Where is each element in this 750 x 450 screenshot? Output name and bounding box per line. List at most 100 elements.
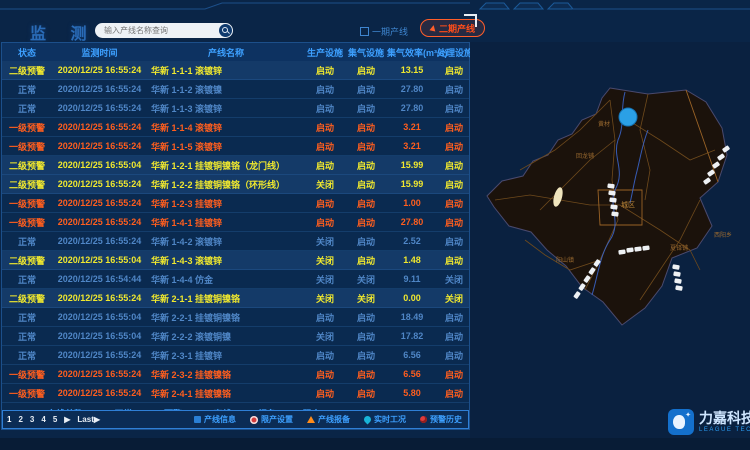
table-row[interactable]: 一级预警2020/12/25 16:55:24华新 1-1-4 滚镀锌启动启动3… [2, 118, 469, 137]
line-report-button[interactable]: 产线报备 [307, 414, 350, 425]
monitor-table-panel: 状态监测时间产线名称生产设施集气设施集气效率(m³/s)处理设施 二级预警202… [1, 42, 470, 430]
table-row[interactable]: 一级预警2020/12/25 16:55:24华新 2-4-1 挂镀镍铬启动启动… [2, 384, 469, 403]
table-row[interactable]: 一级预警2020/12/25 16:55:24华新 1-4-1 挂镀锌启动启动2… [2, 213, 469, 232]
map-town-label: 夏铎铺 [670, 244, 688, 252]
logo-face-icon: ✦ [668, 409, 694, 435]
district-map: 黄材回龙铺城区阳山镇夏铎铺西阳乡 [470, 42, 750, 438]
next-page-button[interactable]: ▶ [64, 415, 70, 424]
table-cell: 启动 [345, 330, 387, 343]
search-input[interactable] [95, 26, 219, 35]
table-cell: 启动 [305, 159, 345, 172]
table-row[interactable]: 一级预警2020/12/25 16:55:24华新 1-1-5 滚镀锌启动启动3… [2, 137, 469, 156]
table-cell: 2020/12/25 16:55:04 [52, 255, 147, 265]
page-button-3[interactable]: 3 [30, 415, 34, 424]
table-cell: 关闭 [437, 273, 471, 286]
table-cell: 启动 [305, 83, 345, 96]
table-cell: 华新 2-3-1 挂镀锌 [147, 349, 305, 362]
table-cell: 6.56 [387, 369, 437, 379]
table-cell: 3.21 [387, 141, 437, 151]
limit-settings-button[interactable]: 限产设置 [250, 414, 293, 425]
table-cell: 2020/12/25 16:54:44 [52, 274, 147, 284]
table-cell: 一级预警 [2, 197, 52, 210]
table-cell: 2020/12/25 16:55:24 [52, 236, 147, 246]
site-marker[interactable] [675, 285, 683, 291]
table-row[interactable]: 二级预警2020/12/25 16:55:24华新 2-1-1 挂镀铜镍铬关闭关… [2, 289, 469, 308]
page-button-2[interactable]: 2 [18, 415, 22, 424]
table-cell: 启动 [437, 254, 471, 267]
table-row[interactable]: 二级预警2020/12/25 16:55:04华新 1-4-3 滚镀锌关闭启动1… [2, 251, 469, 270]
table-cell: 启动 [437, 330, 471, 343]
search-icon[interactable] [219, 24, 232, 37]
table-cell: 5.80 [387, 388, 437, 398]
table-cell: 正常 [2, 349, 52, 362]
realtime-icon [363, 415, 373, 425]
table-cell: 启动 [305, 387, 345, 400]
table-cell: 启动 [345, 387, 387, 400]
alert-location-marker[interactable] [619, 108, 637, 126]
table-cell: 2020/12/25 16:55:24 [52, 103, 147, 113]
table-row[interactable]: 正常2020/12/25 16:55:24华新 1-1-2 滚镀镍启动启动27.… [2, 80, 469, 99]
table-cell: 2020/12/25 16:55:24 [52, 122, 147, 132]
table-cell: 启动 [305, 64, 345, 77]
site-marker[interactable] [672, 264, 680, 270]
action-label: 实时工况 [374, 414, 406, 425]
table-cell: 启动 [437, 178, 471, 191]
table-cell: 2020/12/25 16:55:24 [52, 179, 147, 189]
table-cell: 2020/12/25 16:55:04 [52, 312, 147, 322]
alert-history-button[interactable]: 预警历史 [420, 414, 462, 425]
table-row[interactable]: 正常2020/12/25 16:54:44华新 1-4-4 仿金关闭关闭9.11… [2, 270, 469, 289]
table-cell: 2020/12/25 16:55:24 [52, 388, 147, 398]
site-marker[interactable] [573, 291, 581, 299]
table-row[interactable]: 正常2020/12/25 16:55:24华新 1-1-3 滚镀锌启动启动27.… [2, 99, 469, 118]
realtime-button[interactable]: 实时工况 [364, 414, 406, 425]
search-box [95, 23, 233, 38]
map-town-label: 西阳乡 [714, 231, 732, 239]
table-cell: 0.00 [387, 293, 437, 303]
table-cell: 启动 [345, 121, 387, 134]
column-header: 监测时间 [52, 46, 147, 59]
table-cell: 启动 [437, 140, 471, 153]
table-cell: 27.80 [387, 217, 437, 227]
table-row[interactable]: 正常2020/12/25 16:55:24华新 1-4-2 滚镀锌关闭启动2.5… [2, 232, 469, 251]
table-cell: 15.99 [387, 160, 437, 170]
page-button-4[interactable]: 4 [41, 415, 45, 424]
table-cell: 启动 [437, 311, 471, 324]
table-row[interactable]: 正常2020/12/25 16:55:24华新 2-3-1 挂镀锌启动启动6.5… [2, 346, 469, 365]
action-label: 限产设置 [261, 414, 293, 425]
table-row[interactable]: 一级预警2020/12/25 16:55:24华新 1-2-3 挂镀锌启动启动1… [2, 194, 469, 213]
table-row[interactable]: 二级预警2020/12/25 16:55:04华新 1-2-1 挂镀铜镍铬（龙门… [2, 156, 469, 175]
line-info-button[interactable]: 产线信息 [194, 414, 236, 425]
table-cell: 正常 [2, 83, 52, 96]
site-marker[interactable] [674, 278, 682, 284]
site-marker[interactable] [673, 271, 681, 277]
table-cell: 2020/12/25 16:55:24 [52, 198, 147, 208]
table-cell: 华新 1-2-3 挂镀锌 [147, 197, 305, 210]
table-cell: 启动 [345, 83, 387, 96]
table-cell: 启动 [345, 197, 387, 210]
table-cell: 二级预警 [2, 254, 52, 267]
league-tech-logo: ✦ 力嘉科技 LEAGUE TECH [668, 406, 750, 438]
table-row[interactable]: 正常2020/12/25 16:55:04华新 2-2-2 滚镀铜镍关闭启动17… [2, 327, 469, 346]
action-label: 产线报备 [318, 414, 350, 425]
table-row[interactable]: 二级预警2020/12/25 16:55:24华新 1-2-2 挂镀铜镍铬（环形… [2, 175, 469, 194]
table-cell: 正常 [2, 235, 52, 248]
table-row[interactable]: 二级预警2020/12/25 16:55:24华新 1-1-1 滚镀锌启动启动1… [2, 61, 469, 80]
table-cell: 启动 [345, 159, 387, 172]
table-row[interactable]: 正常2020/12/25 16:55:04华新 2-2-1 挂镀铜镍铬启动启动1… [2, 308, 469, 327]
table-cell: 2020/12/25 16:55:24 [52, 293, 147, 303]
table-row[interactable]: 一级预警2020/12/25 16:55:24华新 2-3-2 挂镀镍铬启动启动… [2, 365, 469, 384]
phase1-checkbox[interactable]: 一期产线 [360, 25, 408, 38]
table-cell: 启动 [437, 387, 471, 400]
map-town-label: 回龙铺 [576, 152, 594, 160]
table-cell: 华新 2-2-2 滚镀铜镍 [147, 330, 305, 343]
table-cell: 华新 1-4-3 滚镀锌 [147, 254, 305, 267]
page-button-5[interactable]: 5 [53, 415, 57, 424]
last-page-button[interactable]: Last▶ [77, 415, 100, 424]
table-cell: 二级预警 [2, 64, 52, 77]
table-cell: 17.82 [387, 331, 437, 341]
table-cell: 关闭 [345, 292, 387, 305]
table-header-row: 状态监测时间产线名称生产设施集气设施集气效率(m³/s)处理设施 [2, 43, 469, 61]
table-cell: 一级预警 [2, 216, 52, 229]
pagination: 12345 ▶ Last▶ [7, 415, 100, 424]
page-button-1[interactable]: 1 [7, 415, 11, 424]
